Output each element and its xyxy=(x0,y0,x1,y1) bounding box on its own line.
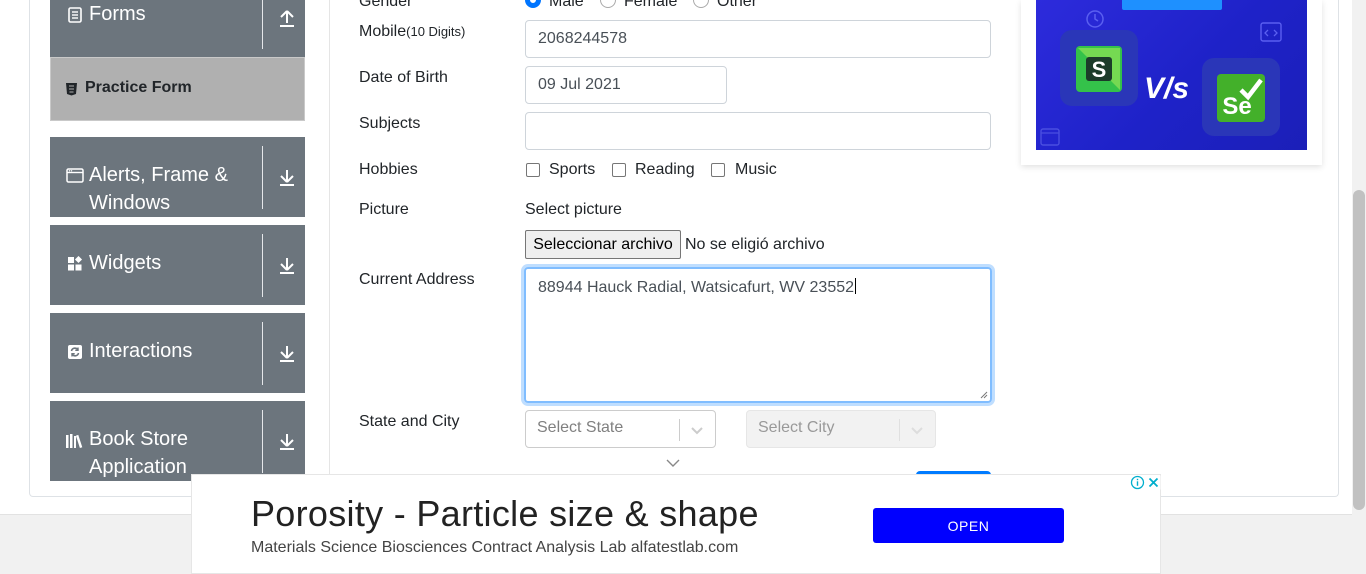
ad-subtext[interactable]: Materials Science Biosciences Contract A… xyxy=(251,539,738,557)
chevron-down-icon xyxy=(666,459,680,467)
ad-button-peek xyxy=(1122,0,1222,10)
expand-down-icon[interactable] xyxy=(278,431,296,451)
sidebar-group-widgets[interactable]: Widgets xyxy=(50,225,305,305)
browser-outline-icon xyxy=(1040,128,1060,146)
sidebar-group-forms[interactable]: Forms xyxy=(50,0,305,57)
mobile-hint: (10 Digits) xyxy=(406,24,466,39)
sidebar-group-label: Widgets xyxy=(89,252,162,274)
sidebar: Forms Practice Form Alerts, Frame & Wind… xyxy=(50,0,305,481)
collapse-up-icon[interactable] xyxy=(278,8,296,28)
ad-open-button[interactable]: OPEN xyxy=(873,508,1064,543)
expand-down-icon[interactable] xyxy=(278,255,296,275)
divider xyxy=(262,234,263,297)
gender-female-label[interactable]: Female xyxy=(624,0,677,11)
selenium-logo-icon: Se xyxy=(1217,74,1265,122)
divider xyxy=(262,146,263,209)
subjects-input[interactable] xyxy=(525,112,991,150)
select-indicator-separator xyxy=(679,419,680,441)
form-icon xyxy=(66,6,84,24)
current-address-textarea[interactable]: 88944 Hauck Radial, Watsicafurt, WV 2355… xyxy=(524,267,992,403)
hobbies-label: Hobbies xyxy=(359,161,418,178)
address-text: 88944 Hauck Radial, Watsicafurt, WV 2355… xyxy=(538,279,855,296)
hobby-reading-label[interactable]: Reading xyxy=(635,161,695,179)
picture-label: Picture xyxy=(359,201,409,218)
clock-outline-icon xyxy=(1086,10,1104,28)
divider xyxy=(262,0,263,49)
text-caret xyxy=(855,278,857,294)
state-placeholder: Select State xyxy=(537,419,624,436)
sidebar-group-label: Book Store xyxy=(89,428,188,450)
gender-male-label[interactable]: Male xyxy=(549,0,584,11)
widgets-icon xyxy=(66,255,84,273)
state-select[interactable]: Select State xyxy=(525,410,716,448)
subjects-label: Subjects xyxy=(359,115,421,132)
sidebar-group-label: Alerts, Frame & xyxy=(89,164,228,186)
katalon-logo-icon: S xyxy=(1076,46,1122,92)
hobby-sports-checkbox[interactable] xyxy=(526,163,540,177)
ad-banner-bottom[interactable]: Porosity - Particle size & shape Materia… xyxy=(191,474,1161,574)
gender-label: Gender xyxy=(359,0,413,10)
browser-window-icon xyxy=(66,166,84,184)
divider xyxy=(262,410,263,473)
expand-down-icon[interactable] xyxy=(278,343,296,363)
city-select[interactable]: Select City xyxy=(746,410,936,448)
hobby-sports-label[interactable]: Sports xyxy=(549,161,595,179)
ad-headline[interactable]: Porosity - Particle size & shape xyxy=(251,493,759,535)
chevron-down-icon xyxy=(911,427,923,435)
sidebar-group-interactions[interactable]: Interactions xyxy=(50,313,305,393)
sidebar-item-label: Practice Form xyxy=(85,79,192,96)
dob-label: Date of Birth xyxy=(359,69,448,86)
sidebar-group-alerts-frame-windows[interactable]: Alerts, Frame & Windows xyxy=(50,137,305,217)
sidebar-item-practice-form[interactable]: Practice Form xyxy=(50,57,305,121)
sidebar-group-book-store[interactable]: Book Store Application xyxy=(50,401,305,481)
state-city-label: State and City xyxy=(359,413,460,430)
city-placeholder: Select City xyxy=(758,419,835,436)
hobby-music-label[interactable]: Music xyxy=(735,161,777,179)
chevron-down-icon[interactable] xyxy=(690,423,704,437)
select-indicator-separator xyxy=(899,419,900,441)
sidebar-divider xyxy=(329,0,330,487)
ad-close-icon[interactable] xyxy=(1146,475,1161,490)
choose-file-button[interactable]: Seleccionar archivo xyxy=(525,230,681,259)
gender-other-label[interactable]: Other xyxy=(717,0,757,11)
html5-icon xyxy=(66,83,77,96)
versus-icon: V/s xyxy=(1144,72,1188,105)
ad-info-icon[interactable] xyxy=(1130,475,1145,490)
date-of-birth-input[interactable]: 09 Jul 2021 xyxy=(525,66,727,104)
sidebar-group-label: Forms xyxy=(89,3,146,25)
resize-handle-icon[interactable] xyxy=(980,391,988,399)
svg-text:V/s: V/s xyxy=(1144,72,1188,105)
mobile-label: Mobile(10 Digits) xyxy=(359,23,466,40)
svg-text:S: S xyxy=(1092,57,1107,82)
ad-image: S V/s Se xyxy=(1036,0,1307,150)
interactions-icon xyxy=(66,343,84,361)
hobby-reading-checkbox[interactable] xyxy=(612,163,626,177)
sidebar-group-label-line2: Windows xyxy=(89,192,171,214)
select-picture-prompt: Select picture xyxy=(525,201,622,218)
code-window-icon xyxy=(1260,22,1282,42)
sidebar-group-label: Interactions xyxy=(89,340,193,362)
hobby-music-checkbox[interactable] xyxy=(711,163,725,177)
divider xyxy=(262,322,263,385)
current-address-label: Current Address xyxy=(359,271,475,288)
mobile-input[interactable]: 2068244578 xyxy=(525,20,991,58)
scrollbar-thumb[interactable] xyxy=(1353,190,1365,510)
books-icon xyxy=(65,432,85,450)
file-status: No se eligió archivo xyxy=(685,236,825,253)
ad-banner-top[interactable]: S V/s Se xyxy=(1021,0,1322,165)
expand-down-icon[interactable] xyxy=(278,167,296,187)
sidebar-group-label-line2: Application xyxy=(89,456,187,478)
